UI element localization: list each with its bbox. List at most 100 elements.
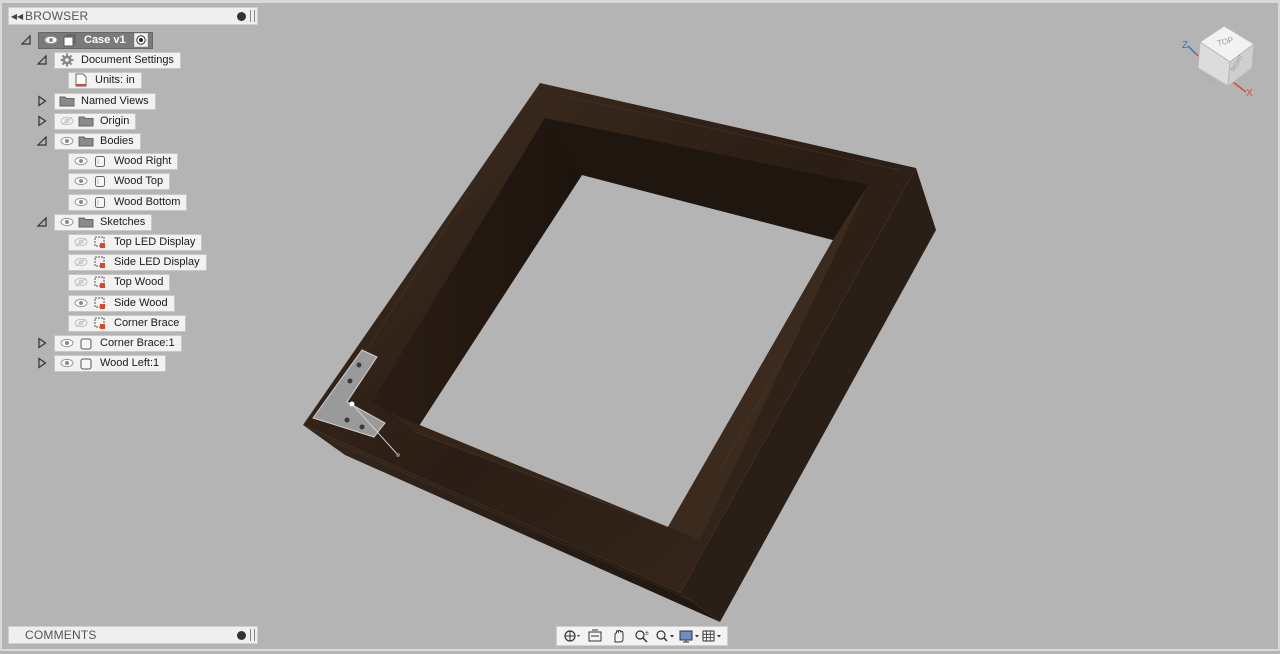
tree-item-bodies[interactable]: Bodies bbox=[54, 132, 141, 150]
collapsed-triangle-icon[interactable] bbox=[36, 115, 48, 127]
tree-item-chip[interactable]: Wood Right bbox=[68, 152, 179, 170]
tree-item-label: Top Wood bbox=[114, 276, 164, 288]
component-box-icon bbox=[78, 356, 94, 370]
eye-icon[interactable] bbox=[59, 135, 75, 147]
tree-item-chip[interactable]: Wood Bottom bbox=[68, 193, 188, 211]
pan-button[interactable] bbox=[608, 628, 630, 644]
folder-icon bbox=[78, 134, 94, 148]
sketch-icon bbox=[92, 296, 108, 310]
sketch-point[interactable] bbox=[349, 401, 355, 407]
tree-item-label: Top LED Display bbox=[114, 236, 196, 248]
expanded-triangle-icon[interactable] bbox=[36, 135, 48, 147]
resize-grip-icon[interactable] bbox=[250, 10, 255, 22]
tree-item-wood-bottom[interactable]: Wood Bottom bbox=[68, 193, 188, 211]
collapsed-triangle-icon[interactable] bbox=[36, 337, 48, 349]
tree-item-chip[interactable]: Units: in bbox=[68, 71, 142, 89]
gear-icon bbox=[59, 53, 75, 67]
tree-item-wood-top[interactable]: Wood Top bbox=[68, 172, 171, 190]
fit-icon bbox=[656, 630, 675, 642]
sketch-point-end[interactable] bbox=[396, 453, 400, 457]
viewcube[interactable]: TOP RIGHT FRONT Z X bbox=[1176, 22, 1266, 102]
resize-grip-icon[interactable] bbox=[250, 629, 255, 641]
right-side-face bbox=[680, 168, 936, 622]
tree-item-wood-right[interactable]: Wood Right bbox=[68, 152, 179, 170]
tree-item-chip[interactable]: Bodies bbox=[54, 132, 141, 150]
tree-item-side-wood[interactable]: Side Wood bbox=[68, 294, 175, 312]
eye-icon[interactable] bbox=[59, 216, 75, 228]
tree-item-units-in[interactable]: Units: in bbox=[68, 71, 142, 89]
tree-item-chip[interactable]: Sketches bbox=[54, 213, 153, 231]
eye-hidden-icon[interactable] bbox=[73, 317, 89, 329]
eye-icon[interactable] bbox=[59, 357, 75, 369]
tree-item-chip[interactable]: Top Wood bbox=[68, 273, 171, 291]
tree-item-chip[interactable]: Top LED Display bbox=[68, 233, 203, 251]
eye-hidden-icon[interactable] bbox=[73, 256, 89, 268]
grid-settings-icon bbox=[702, 630, 722, 642]
pin-icon[interactable] bbox=[237, 11, 246, 21]
tree-item-top-led-display[interactable]: Top LED Display bbox=[68, 233, 203, 251]
model-viewport[interactable] bbox=[0, 0, 1280, 651]
eye-icon[interactable] bbox=[73, 297, 89, 309]
orbit-icon bbox=[564, 630, 580, 642]
eye-icon[interactable] bbox=[59, 337, 75, 349]
tree-item-wood-left-1[interactable]: Wood Left:1 bbox=[54, 354, 167, 372]
eye-hidden-icon[interactable] bbox=[73, 236, 89, 248]
tree-item-sketches[interactable]: Sketches bbox=[54, 213, 153, 231]
tree-item-chip[interactable]: Wood Top bbox=[68, 172, 171, 190]
grid-settings-button[interactable] bbox=[701, 628, 723, 644]
double-chevron-left-icon[interactable]: ◀◀ bbox=[9, 12, 25, 21]
tree-item-chip[interactable]: Side Wood bbox=[68, 294, 175, 312]
folder-icon bbox=[78, 215, 94, 229]
tree-item-label: Named Views bbox=[81, 95, 149, 107]
eye-hidden-icon[interactable] bbox=[73, 276, 89, 288]
tree-item-label: Document Settings bbox=[81, 54, 174, 66]
eye-icon[interactable] bbox=[73, 155, 89, 167]
tree-item-chip[interactable]: Named Views bbox=[54, 92, 156, 110]
collapsed-triangle-icon[interactable] bbox=[36, 95, 48, 107]
fit-button[interactable] bbox=[654, 628, 676, 644]
body-icon bbox=[92, 154, 108, 168]
expanded-triangle-icon[interactable] bbox=[36, 216, 48, 228]
activate-radio-icon[interactable] bbox=[133, 33, 148, 47]
display-settings-button[interactable] bbox=[678, 628, 700, 644]
tree-item-chip[interactable]: Side LED Display bbox=[68, 253, 207, 271]
browser-header[interactable]: ◀◀ BROWSER bbox=[8, 7, 258, 25]
body-icon bbox=[92, 174, 108, 188]
eye-icon[interactable] bbox=[73, 175, 89, 187]
inner-left-wall bbox=[372, 118, 582, 432]
sketch-icon bbox=[92, 235, 108, 249]
tree-item-chip[interactable]: Wood Left:1 bbox=[54, 354, 167, 372]
tree-item-label: Side LED Display bbox=[114, 256, 200, 268]
tree-item-corner-brace[interactable]: Corner Brace bbox=[68, 314, 187, 332]
collapsed-triangle-icon[interactable] bbox=[36, 357, 48, 369]
tree-item-chip[interactable]: Origin bbox=[54, 112, 137, 130]
pan-icon bbox=[614, 629, 624, 643]
tree-item-chip[interactable]: Document Settings bbox=[54, 51, 181, 69]
tree-item-label: Corner Brace bbox=[114, 317, 180, 329]
zoom-button[interactable]: ± bbox=[631, 628, 653, 644]
orbit-button[interactable] bbox=[561, 628, 583, 644]
component-box-icon bbox=[78, 336, 94, 350]
tree-item-label: Units: in bbox=[95, 74, 135, 86]
tree-item-side-led-display[interactable]: Side LED Display bbox=[68, 253, 207, 271]
tree-item-origin[interactable]: Origin bbox=[54, 112, 137, 130]
tree-item-top-wood[interactable]: Top Wood bbox=[68, 273, 171, 291]
look-at-button[interactable] bbox=[584, 628, 606, 644]
tree-item-chip[interactable]: Corner Brace bbox=[68, 314, 187, 332]
tree-item-chip[interactable]: Corner Brace:1 bbox=[54, 334, 182, 352]
tree-item-chip[interactable]: Case v1 bbox=[38, 31, 153, 49]
tree-item-corner-brace-1[interactable]: Corner Brace:1 bbox=[54, 334, 182, 352]
tree-item-document-settings[interactable]: Document Settings bbox=[54, 51, 181, 69]
tree-item-named-views[interactable]: Named Views bbox=[54, 92, 156, 110]
eye-icon[interactable] bbox=[43, 34, 59, 46]
wood-case-model[interactable] bbox=[0, 0, 1280, 651]
expanded-triangle-icon[interactable] bbox=[36, 54, 48, 66]
tree-item-case-v1[interactable]: Case v1 bbox=[38, 31, 153, 49]
comments-header[interactable]: COMMENTS bbox=[8, 626, 258, 644]
eye-hidden-icon[interactable] bbox=[59, 115, 75, 127]
add-comment-icon[interactable] bbox=[237, 630, 246, 640]
tree-item-label: Origin bbox=[100, 115, 130, 127]
navigation-toolbar: ± bbox=[556, 626, 728, 646]
eye-icon[interactable] bbox=[73, 196, 89, 208]
expanded-triangle-icon[interactable] bbox=[20, 34, 32, 46]
